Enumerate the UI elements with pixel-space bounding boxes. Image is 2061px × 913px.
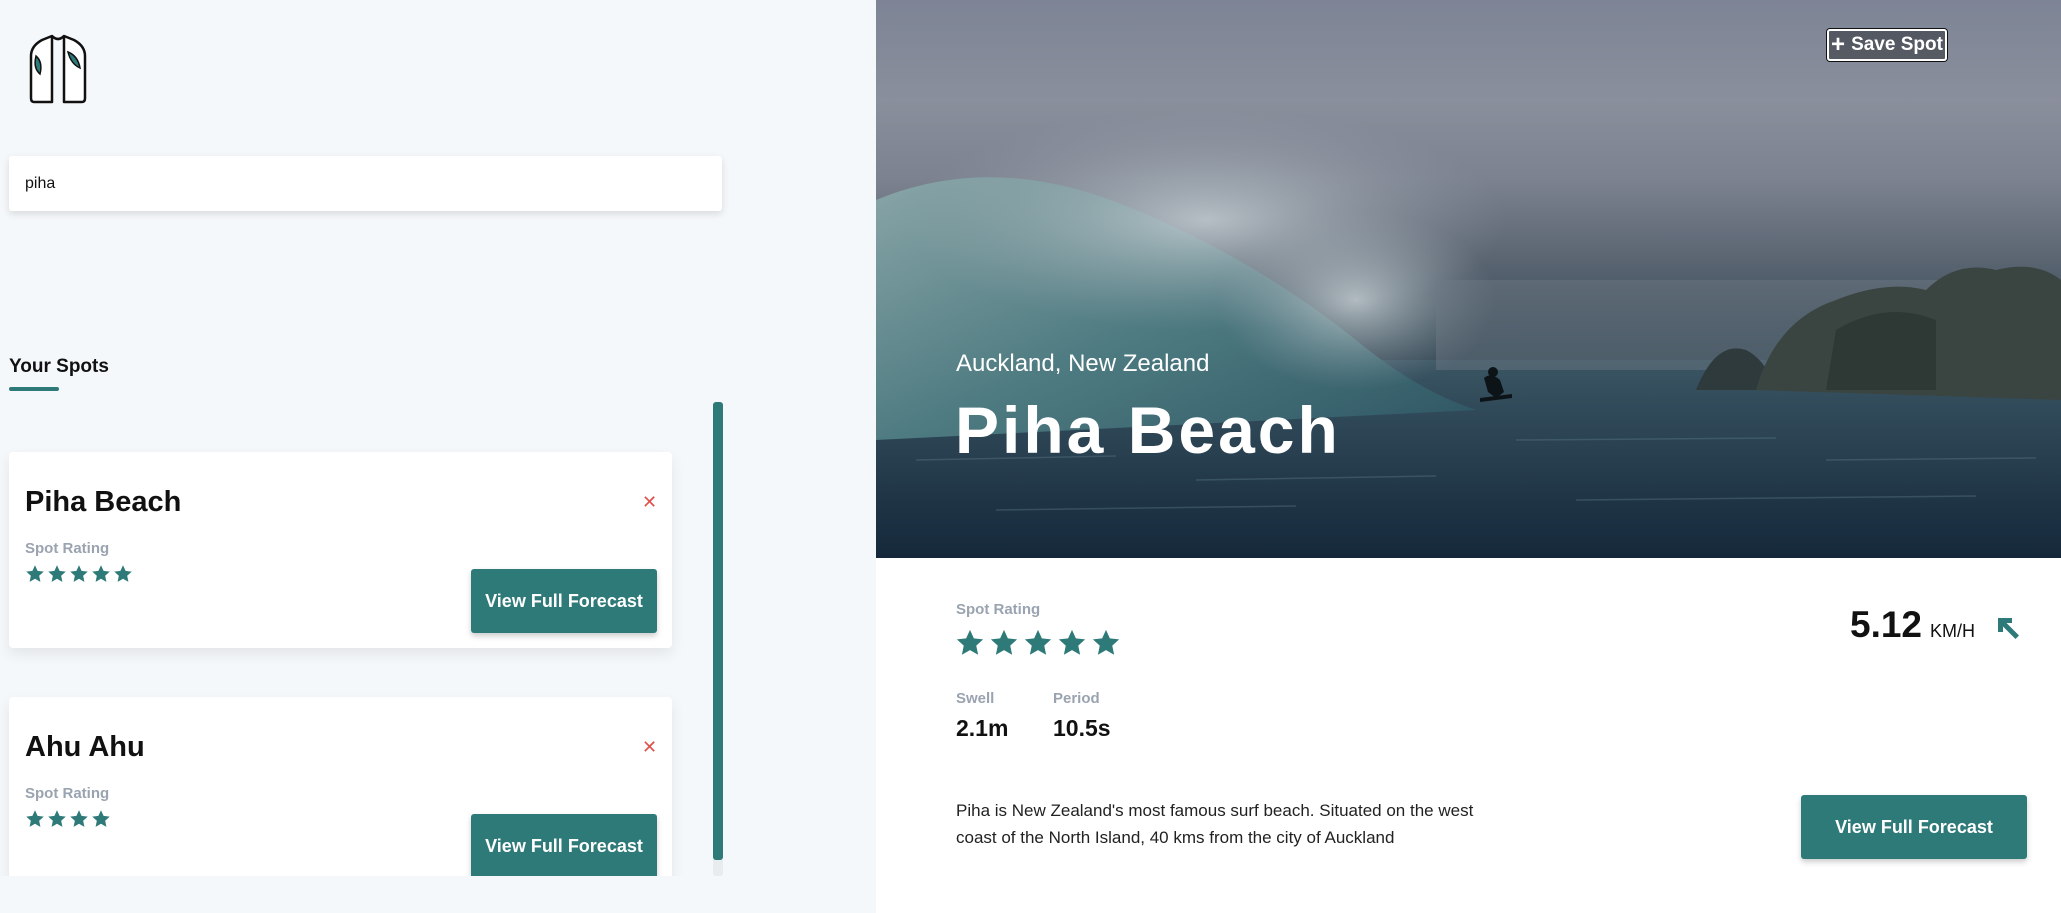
star-icon	[92, 565, 110, 582]
star-rating	[25, 564, 133, 584]
star-rating	[25, 809, 111, 829]
scrollbar-thumb[interactable]	[713, 402, 723, 860]
swell-value: 2.1m	[956, 715, 1009, 741]
period-label: Period	[1053, 690, 1100, 707]
plus-icon: +	[1831, 31, 1846, 58]
hero-image: + Save Spot Auckland, New Zealand Piha B…	[876, 0, 2061, 558]
search-box[interactable]	[9, 156, 722, 211]
spot-description: Piha is New Zealand's most famous surf b…	[956, 801, 1474, 847]
spots-list[interactable]: Piha Beach ✕ Spot Rating View Full Forec…	[0, 400, 740, 876]
spot-location: Auckland, New Zealand	[956, 350, 1210, 377]
wind-speed-unit: KM/H	[1930, 621, 1976, 641]
star-icon	[70, 810, 88, 827]
spot-card[interactable]: Ahu Ahu ✕ Spot Rating View Full Forecast	[9, 697, 672, 876]
star-icon	[114, 565, 132, 582]
spot-rating-label: Spot Rating	[956, 601, 1041, 618]
your-spots-heading: Your Spots	[9, 356, 109, 377]
star-rating	[955, 628, 1121, 658]
surf-scene-image	[876, 110, 2061, 558]
wind-speed-value: 5.12	[1850, 604, 1923, 645]
spot-card[interactable]: Piha Beach ✕ Spot Rating View Full Forec…	[9, 452, 672, 648]
spot-title: Piha Beach	[955, 393, 1341, 467]
logo-icon[interactable]	[28, 34, 88, 104]
spot-detail: + Save Spot Auckland, New Zealand Piha B…	[876, 0, 2061, 913]
view-full-forecast-button[interactable]: View Full Forecast	[1801, 795, 2027, 859]
heading-underline	[9, 387, 59, 391]
swell-label: Swell	[956, 690, 995, 707]
view-full-forecast-button[interactable]: View Full Forecast	[471, 814, 657, 876]
spot-rating-label: Spot Rating	[25, 785, 110, 802]
star-icon	[26, 565, 44, 582]
arrow-up-left-icon	[1998, 618, 2019, 639]
star-icon	[26, 810, 44, 827]
spot-rating-label: Spot Rating	[25, 540, 110, 557]
star-icon	[990, 629, 1018, 655]
save-spot-label: Save Spot	[1851, 34, 1943, 55]
star-icon	[48, 565, 66, 582]
wind-speed: 5.12 KM/H	[1850, 604, 1975, 646]
spot-name: Piha Beach	[25, 486, 182, 518]
star-icon	[48, 810, 66, 827]
star-icon	[1024, 629, 1052, 655]
view-full-forecast-button[interactable]: View Full Forecast	[471, 569, 657, 633]
star-icon	[1058, 629, 1086, 655]
close-icon[interactable]: ✕	[642, 492, 657, 513]
close-icon[interactable]: ✕	[642, 737, 657, 758]
star-icon	[956, 629, 984, 655]
star-icon	[70, 565, 88, 582]
save-spot-button[interactable]: + Save Spot	[1827, 29, 1947, 61]
app: Your Spots Piha Beach ✕ Spot Rating View…	[0, 0, 2061, 913]
period-metric: Period 10.5s	[1053, 690, 1111, 742]
period-value: 10.5s	[1053, 715, 1111, 741]
search-input[interactable]	[25, 174, 706, 193]
star-icon	[1092, 629, 1120, 655]
sidebar: Your Spots Piha Beach ✕ Spot Rating View…	[0, 0, 876, 913]
star-icon	[92, 810, 110, 827]
spot-name: Ahu Ahu	[25, 731, 145, 763]
swell-metric: Swell 2.1m	[956, 690, 1008, 742]
